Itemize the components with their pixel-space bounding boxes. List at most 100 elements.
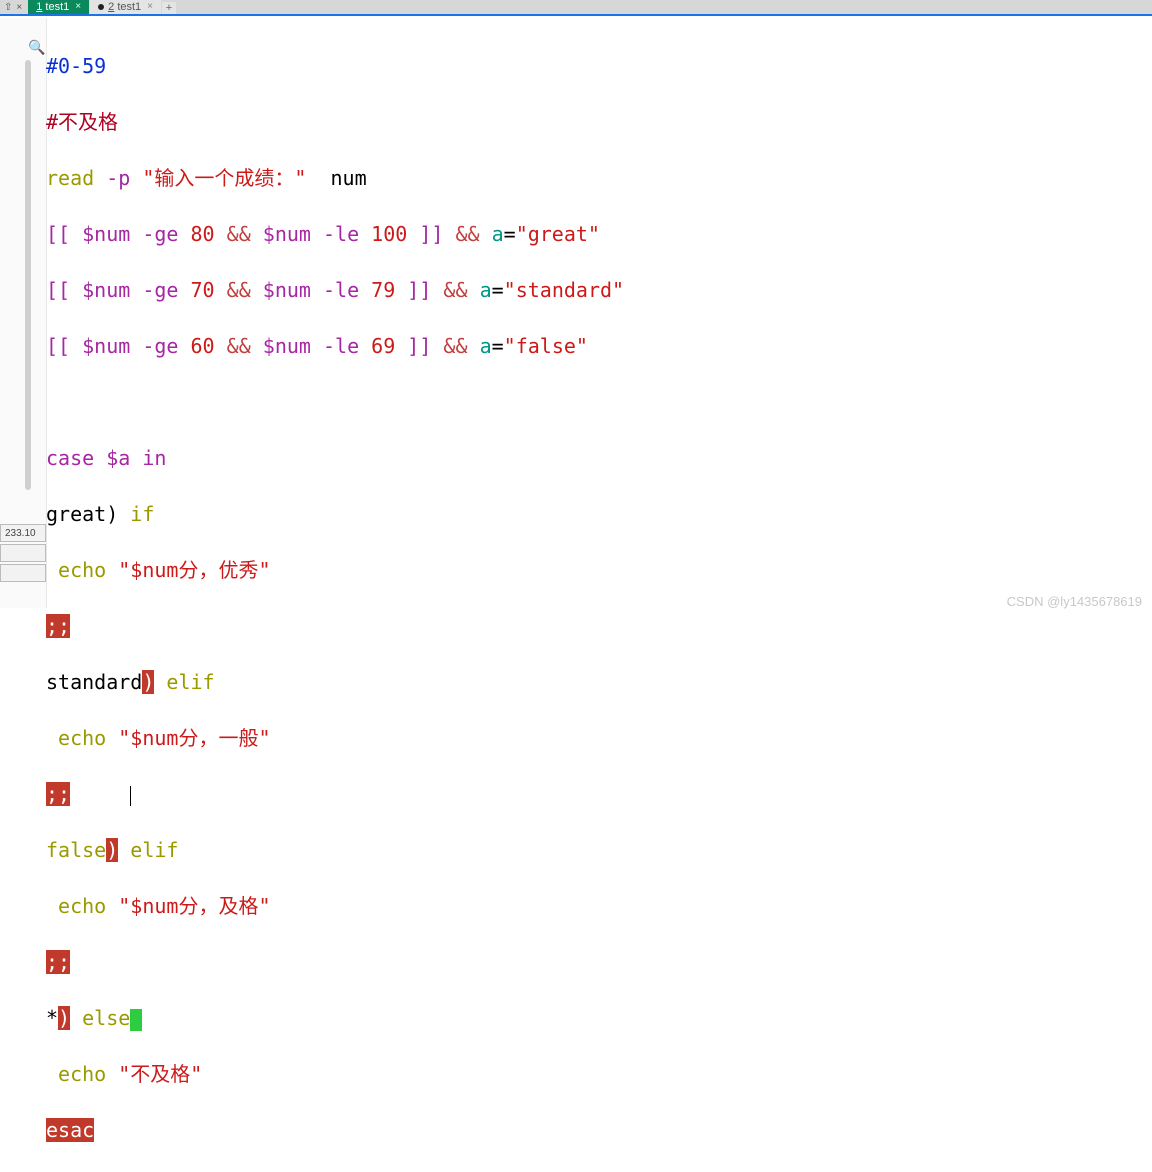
close-panel-icon[interactable]: × — [16, 2, 22, 13]
tab-bar: ⇧ × 1 test1 × 2 test1 × + — [0, 0, 1152, 15]
op: -ge — [142, 222, 190, 246]
string: "输入一个成绩：" — [142, 166, 306, 190]
keyword: in — [142, 446, 166, 470]
modified-dot-icon — [98, 4, 104, 10]
code-line: esac — [46, 1116, 1152, 1144]
code-line: echo "$num分，及格" — [46, 892, 1152, 920]
bracket: [[ — [46, 334, 70, 358]
text-cursor — [130, 786, 131, 806]
number: 100 — [371, 222, 407, 246]
pattern: false — [46, 838, 106, 862]
keyword: else — [70, 1006, 130, 1030]
error-highlight: ) — [142, 670, 154, 694]
var: $num — [263, 278, 323, 302]
tab-close-icon[interactable]: × — [75, 0, 81, 14]
code-line: echo "$num分，优秀" — [46, 556, 1152, 584]
pin-icon[interactable]: ⇧ — [4, 2, 12, 13]
var: a — [480, 278, 492, 302]
bracket: ]] — [395, 334, 431, 358]
string: "standard" — [504, 278, 624, 302]
search-icon[interactable]: 🔍 — [28, 40, 45, 56]
code-line: false) elif — [46, 836, 1152, 864]
code-line: case $a in — [46, 444, 1152, 472]
tab-index: 1 — [36, 0, 42, 14]
op: && — [215, 334, 263, 358]
cursor-block-icon — [130, 1009, 142, 1031]
code-line: [[ $num -ge 60 && $num -le 69 ]] && a="f… — [46, 332, 1152, 360]
eq: = — [492, 334, 504, 358]
op: -le — [323, 334, 371, 358]
comment: #不及格 — [46, 110, 118, 134]
builtin: echo — [46, 726, 118, 750]
tabs: 1 test1 × 2 test1 × + — [28, 0, 176, 14]
bracket: ]] — [395, 278, 431, 302]
bracket: [[ — [46, 278, 70, 302]
watermark: CSDN @ly1435678619 — [1007, 594, 1142, 609]
builtin: read — [46, 166, 94, 190]
code-line-blank — [46, 388, 1152, 416]
code-line: [[ $num -ge 80 && $num -le 100 ]] && a="… — [46, 220, 1152, 248]
number: 60 — [191, 334, 215, 358]
tab-add-button[interactable]: + — [162, 2, 176, 14]
scrollbar-thumb[interactable] — [25, 60, 31, 490]
code-line: ;; — [46, 780, 1152, 808]
number: 79 — [371, 278, 395, 302]
op: && — [215, 222, 263, 246]
builtin: echo — [46, 558, 118, 582]
status-row-3[interactable] — [0, 564, 46, 582]
op: -le — [323, 278, 371, 302]
comment: #0-59 — [46, 54, 106, 78]
var: $a — [94, 446, 142, 470]
pattern: standard — [46, 670, 142, 694]
string: "$num分，优秀" — [118, 558, 270, 582]
pattern: * — [46, 1006, 58, 1030]
error-highlight: ;; — [46, 782, 70, 806]
paren: ) — [106, 502, 118, 526]
code-line: #不及格 — [46, 108, 1152, 136]
tab-active[interactable]: 1 test1 × — [28, 0, 89, 14]
error-highlight: ;; — [46, 950, 70, 974]
error-highlight: ) — [106, 838, 118, 862]
tab-inactive[interactable]: 2 test1 × — [90, 0, 161, 14]
error-highlight: esac — [46, 1118, 94, 1142]
flag: -p — [94, 166, 142, 190]
code-line: *) else — [46, 1004, 1152, 1032]
code-line: great) if — [46, 500, 1152, 528]
tab-name: test1 — [117, 0, 141, 14]
active-tab-underline — [0, 14, 1152, 16]
number: 70 — [191, 278, 215, 302]
code-line: #0-59 — [46, 52, 1152, 80]
eq: = — [504, 222, 516, 246]
op: -ge — [142, 334, 190, 358]
eq: = — [492, 278, 504, 302]
var: $num — [263, 222, 323, 246]
code-line: read -p "输入一个成绩：" num — [46, 164, 1152, 192]
var: $num — [70, 334, 142, 358]
op: -le — [323, 222, 371, 246]
gutter: 🔍 — [0, 18, 47, 608]
editor[interactable]: #0-59 #不及格 read -p "输入一个成绩：" num [[ $num… — [46, 24, 1152, 615]
var: $num — [70, 278, 142, 302]
op: -ge — [142, 278, 190, 302]
status-row-1[interactable]: 233.10 — [0, 524, 46, 542]
var: $num — [263, 334, 323, 358]
bracket: [[ — [46, 222, 70, 246]
status-panel: 233.10 — [0, 524, 46, 584]
var: a — [480, 334, 492, 358]
builtin: echo — [46, 894, 118, 918]
pattern: great — [46, 502, 106, 526]
var: $num — [70, 222, 142, 246]
op: && — [215, 278, 263, 302]
status-row-2[interactable] — [0, 544, 46, 562]
string: "great" — [516, 222, 600, 246]
code-line: echo "不及格" — [46, 1060, 1152, 1088]
tab-name: test1 — [45, 0, 69, 14]
tab-close-icon[interactable]: × — [147, 0, 153, 14]
keyword: elif — [154, 670, 214, 694]
code-line: echo "$num分，一般" — [46, 724, 1152, 752]
keyword: case — [46, 446, 94, 470]
number: 80 — [191, 222, 215, 246]
string: "$num分，及格" — [118, 894, 270, 918]
keyword: if — [118, 502, 154, 526]
code-line: [[ $num -ge 70 && $num -le 79 ]] && a="s… — [46, 276, 1152, 304]
